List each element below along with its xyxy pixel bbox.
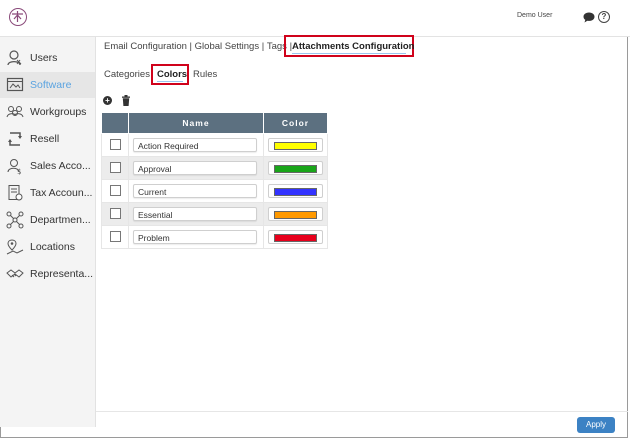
sidebar-item-tax-accounts[interactable]: Tax Accoun... xyxy=(0,180,95,206)
tab-categories[interactable]: Categories xyxy=(104,69,150,80)
sidebar-item-resell[interactable]: Resell xyxy=(0,126,95,152)
sidebar-item-label: Resell xyxy=(30,133,60,145)
sidebar-item-label: Departmen... xyxy=(30,214,91,226)
color-picker[interactable] xyxy=(268,230,323,244)
breadcrumb: Email Configuration | Global Settings | … xyxy=(104,41,292,52)
table-row: Approval xyxy=(101,156,328,180)
sidebar-item-departments[interactable]: Departmen... xyxy=(0,207,95,233)
svg-text:$: $ xyxy=(17,168,21,175)
color-picker[interactable] xyxy=(268,184,323,198)
table-row: Essential xyxy=(101,202,328,226)
sidebar-item-label: Tax Accoun... xyxy=(30,187,93,199)
table-row: Problem xyxy=(101,225,328,249)
table-row: Action Required xyxy=(101,133,328,157)
color-swatch xyxy=(274,165,317,173)
departments-icon xyxy=(6,211,24,229)
trash-icon[interactable] xyxy=(122,95,130,106)
breadcrumb-attachments-configuration[interactable]: Attachments Configuration xyxy=(284,35,414,57)
breadcrumb-global-settings[interactable]: Global Settings xyxy=(195,41,259,52)
resell-icon xyxy=(8,132,22,146)
footer-bar xyxy=(96,411,628,438)
sidebar-item-label: Workgroups xyxy=(30,106,87,118)
name-input[interactable]: Essential xyxy=(133,207,257,221)
user-icon xyxy=(7,50,22,66)
sidebar-item-software[interactable]: Software xyxy=(0,72,95,98)
color-picker[interactable] xyxy=(268,207,323,221)
breadcrumb-separator: | xyxy=(261,41,265,52)
active-underline xyxy=(292,53,406,54)
chat-icon[interactable] xyxy=(583,12,595,23)
workgroups-icon xyxy=(6,106,24,118)
header-name[interactable]: Name xyxy=(128,112,264,134)
row-checkbox[interactable] xyxy=(109,208,121,220)
name-input[interactable]: Approval xyxy=(133,161,257,175)
color-swatch xyxy=(274,142,317,150)
tab-rules[interactable]: Rules xyxy=(193,69,217,80)
color-swatch xyxy=(274,188,317,196)
color-picker[interactable] xyxy=(268,138,323,152)
sidebar: Users Software Workgroups Resell $ Sales… xyxy=(0,37,96,427)
app-logo-icon[interactable] xyxy=(9,8,27,26)
sidebar-item-representatives[interactable]: Representa... xyxy=(0,261,95,287)
sidebar-item-label: Users xyxy=(30,52,58,64)
representatives-icon xyxy=(6,269,24,278)
sidebar-item-users[interactable]: Users xyxy=(0,45,95,71)
row-checkbox[interactable] xyxy=(109,162,121,174)
add-icon[interactable]: + xyxy=(103,96,112,105)
sidebar-item-label: Locations xyxy=(30,241,75,253)
apply-button[interactable]: Apply xyxy=(577,417,615,433)
row-checkbox[interactable] xyxy=(109,185,121,197)
sidebar-item-workgroups[interactable]: Workgroups xyxy=(0,99,95,125)
row-checkbox[interactable] xyxy=(109,231,121,243)
sidebar-item-label: Sales Acco... xyxy=(30,160,91,172)
sidebar-item-label: Representa... xyxy=(30,268,94,280)
name-input[interactable]: Problem xyxy=(133,230,257,244)
breadcrumb-separator: | xyxy=(189,41,193,52)
sales-accounts-icon: $ xyxy=(7,159,21,175)
tax-accounts-icon xyxy=(8,185,23,201)
color-picker[interactable] xyxy=(268,161,323,175)
tab-colors[interactable]: Colors xyxy=(151,64,189,85)
color-swatch xyxy=(274,234,317,242)
colors-table: Name Color Action Required Approval Curr… xyxy=(101,112,328,249)
help-icon[interactable]: ? xyxy=(598,11,610,23)
breadcrumb-email-configuration[interactable]: Email Configuration xyxy=(104,41,187,52)
sidebar-item-label: Software xyxy=(30,79,72,91)
header-color[interactable]: Color xyxy=(263,112,328,134)
tab-colors-label: Colors xyxy=(157,69,188,80)
name-input[interactable]: Action Required xyxy=(133,138,257,152)
locations-icon xyxy=(6,239,24,255)
active-underline xyxy=(157,81,183,82)
name-input[interactable]: Current xyxy=(133,184,257,198)
table-row: Current xyxy=(101,179,328,203)
breadcrumb-active-label: Attachments Configuration xyxy=(292,41,415,52)
table-header-row: Name Color xyxy=(101,112,328,134)
row-checkbox[interactable] xyxy=(109,139,121,151)
user-name[interactable]: Demo User xyxy=(517,12,552,19)
software-icon xyxy=(6,77,24,92)
top-bar: Demo User ? xyxy=(0,0,630,37)
sidebar-item-locations[interactable]: Locations xyxy=(0,234,95,260)
header-select xyxy=(101,112,129,134)
sidebar-item-sales-accounts[interactable]: $ Sales Acco... xyxy=(0,153,95,179)
color-swatch xyxy=(274,211,317,219)
